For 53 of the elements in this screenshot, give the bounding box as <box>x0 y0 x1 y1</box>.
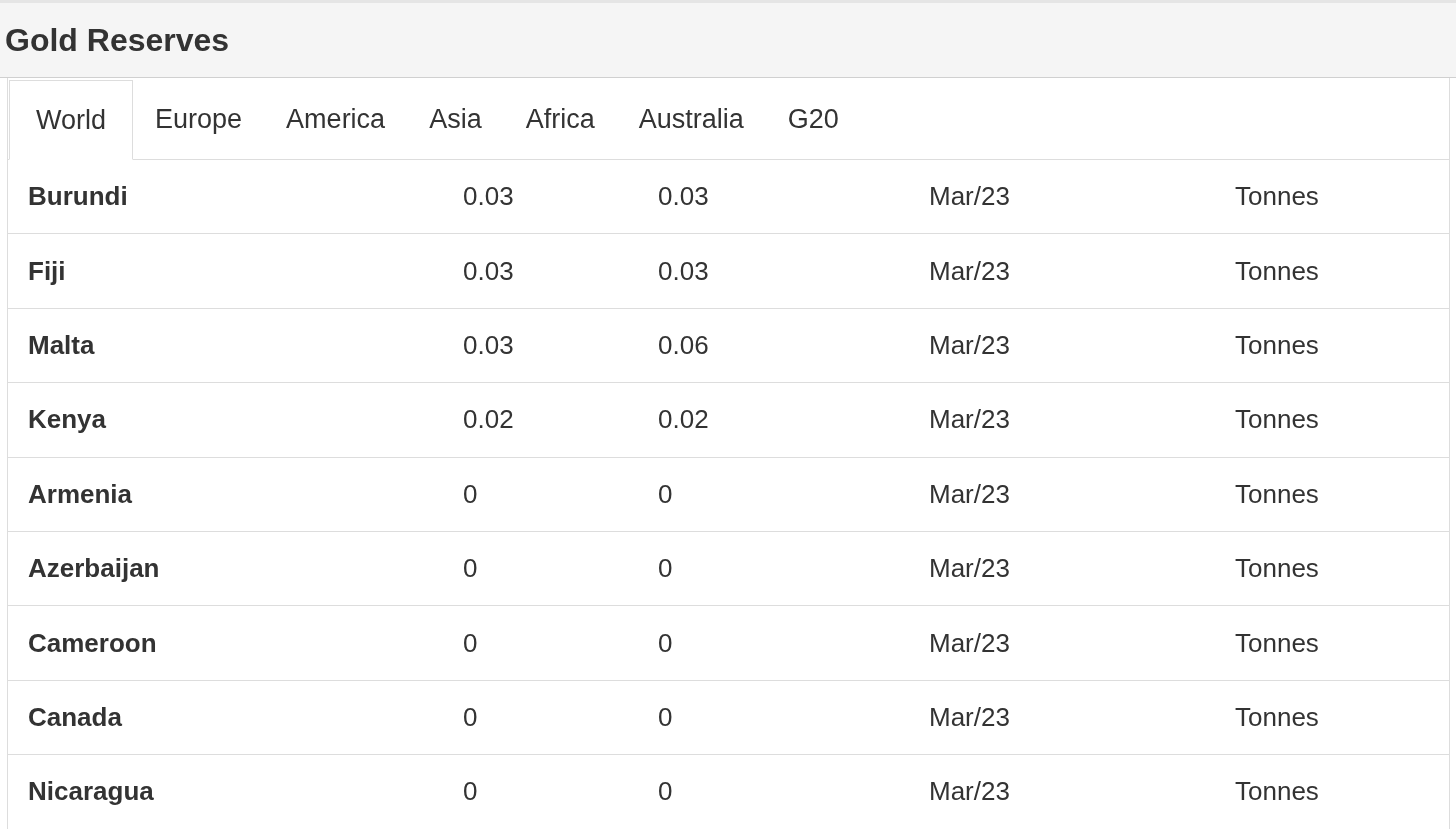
table-cell-text: Tonnes <box>1234 254 1320 288</box>
table-cell-text: Armenia <box>27 477 134 511</box>
table-cell-text: 0 <box>462 626 479 660</box>
tab[interactable]: Africa <box>503 80 617 159</box>
table-cell-text: Tonnes <box>1234 775 1320 809</box>
table-cell-text: Tonnes <box>1234 180 1320 214</box>
tab[interactable]: G20 <box>765 80 861 159</box>
table-cell-text: Tonnes <box>1234 626 1320 660</box>
table-cell-text: 0.03 <box>462 254 515 288</box>
table-cell-text: Malta <box>27 328 96 362</box>
table-cell-text: Kenya <box>27 403 108 437</box>
table-cell-text: Mar/23 <box>928 552 1011 586</box>
table-cell-text: Azerbaijan <box>27 552 161 586</box>
table-cell-text: 0.03 <box>462 328 515 362</box>
table-cell-text: 0 <box>657 477 674 511</box>
tab[interactable]: America <box>264 80 408 159</box>
table-cell-text: Tonnes <box>1234 328 1320 362</box>
tab[interactable]: Asia <box>407 80 504 159</box>
table-cell-text: 0 <box>462 700 479 734</box>
table-cell-text: 0 <box>462 552 479 586</box>
table-cell-text: 0 <box>657 552 674 586</box>
page-title: Gold Reserves <box>5 21 230 60</box>
table-cell-text: Burundi <box>27 180 129 214</box>
table-cell-text: Mar/23 <box>928 477 1011 511</box>
table-cell-text: Tonnes <box>1234 700 1320 734</box>
table-cell-text: 0 <box>657 775 674 809</box>
table-cell-text: 0 <box>462 775 479 809</box>
table-cell-text: Mar/23 <box>928 180 1011 214</box>
table-cell-text: 0.03 <box>657 180 710 214</box>
table-cell-text: Mar/23 <box>928 775 1011 809</box>
tab[interactable]: Europe <box>133 80 265 159</box>
table-cell-text: Fiji <box>27 254 67 288</box>
table-cell-text: 0 <box>657 700 674 734</box>
table-cell-text: 0.03 <box>462 180 515 214</box>
table-cell-text: Cameroon <box>27 626 158 660</box>
table-cell-text: Tonnes <box>1234 477 1320 511</box>
table-cell-text: Mar/23 <box>928 254 1011 288</box>
tab[interactable]: World <box>9 80 134 160</box>
table-cell-text: Mar/23 <box>928 626 1011 660</box>
table-cell-text: Mar/23 <box>928 328 1011 362</box>
table-cell-text: Tonnes <box>1234 552 1320 586</box>
tab[interactable]: Australia <box>616 80 766 159</box>
table-cell-text: Mar/23 <box>928 403 1011 437</box>
table-cell-text: 0 <box>462 477 479 511</box>
table-cell-text: Canada <box>27 700 123 734</box>
table-cell-text: 0 <box>657 626 674 660</box>
table-cell-text: 0.03 <box>657 254 710 288</box>
table-cell-text: 0.02 <box>462 403 515 437</box>
table-cell-text: Tonnes <box>1234 403 1320 437</box>
table-cell-text: Mar/23 <box>928 700 1011 734</box>
table-cell-text: 0.06 <box>657 328 710 362</box>
table-cell-text: 0.02 <box>657 403 710 437</box>
table-cell-text: Nicaragua <box>27 775 155 809</box>
